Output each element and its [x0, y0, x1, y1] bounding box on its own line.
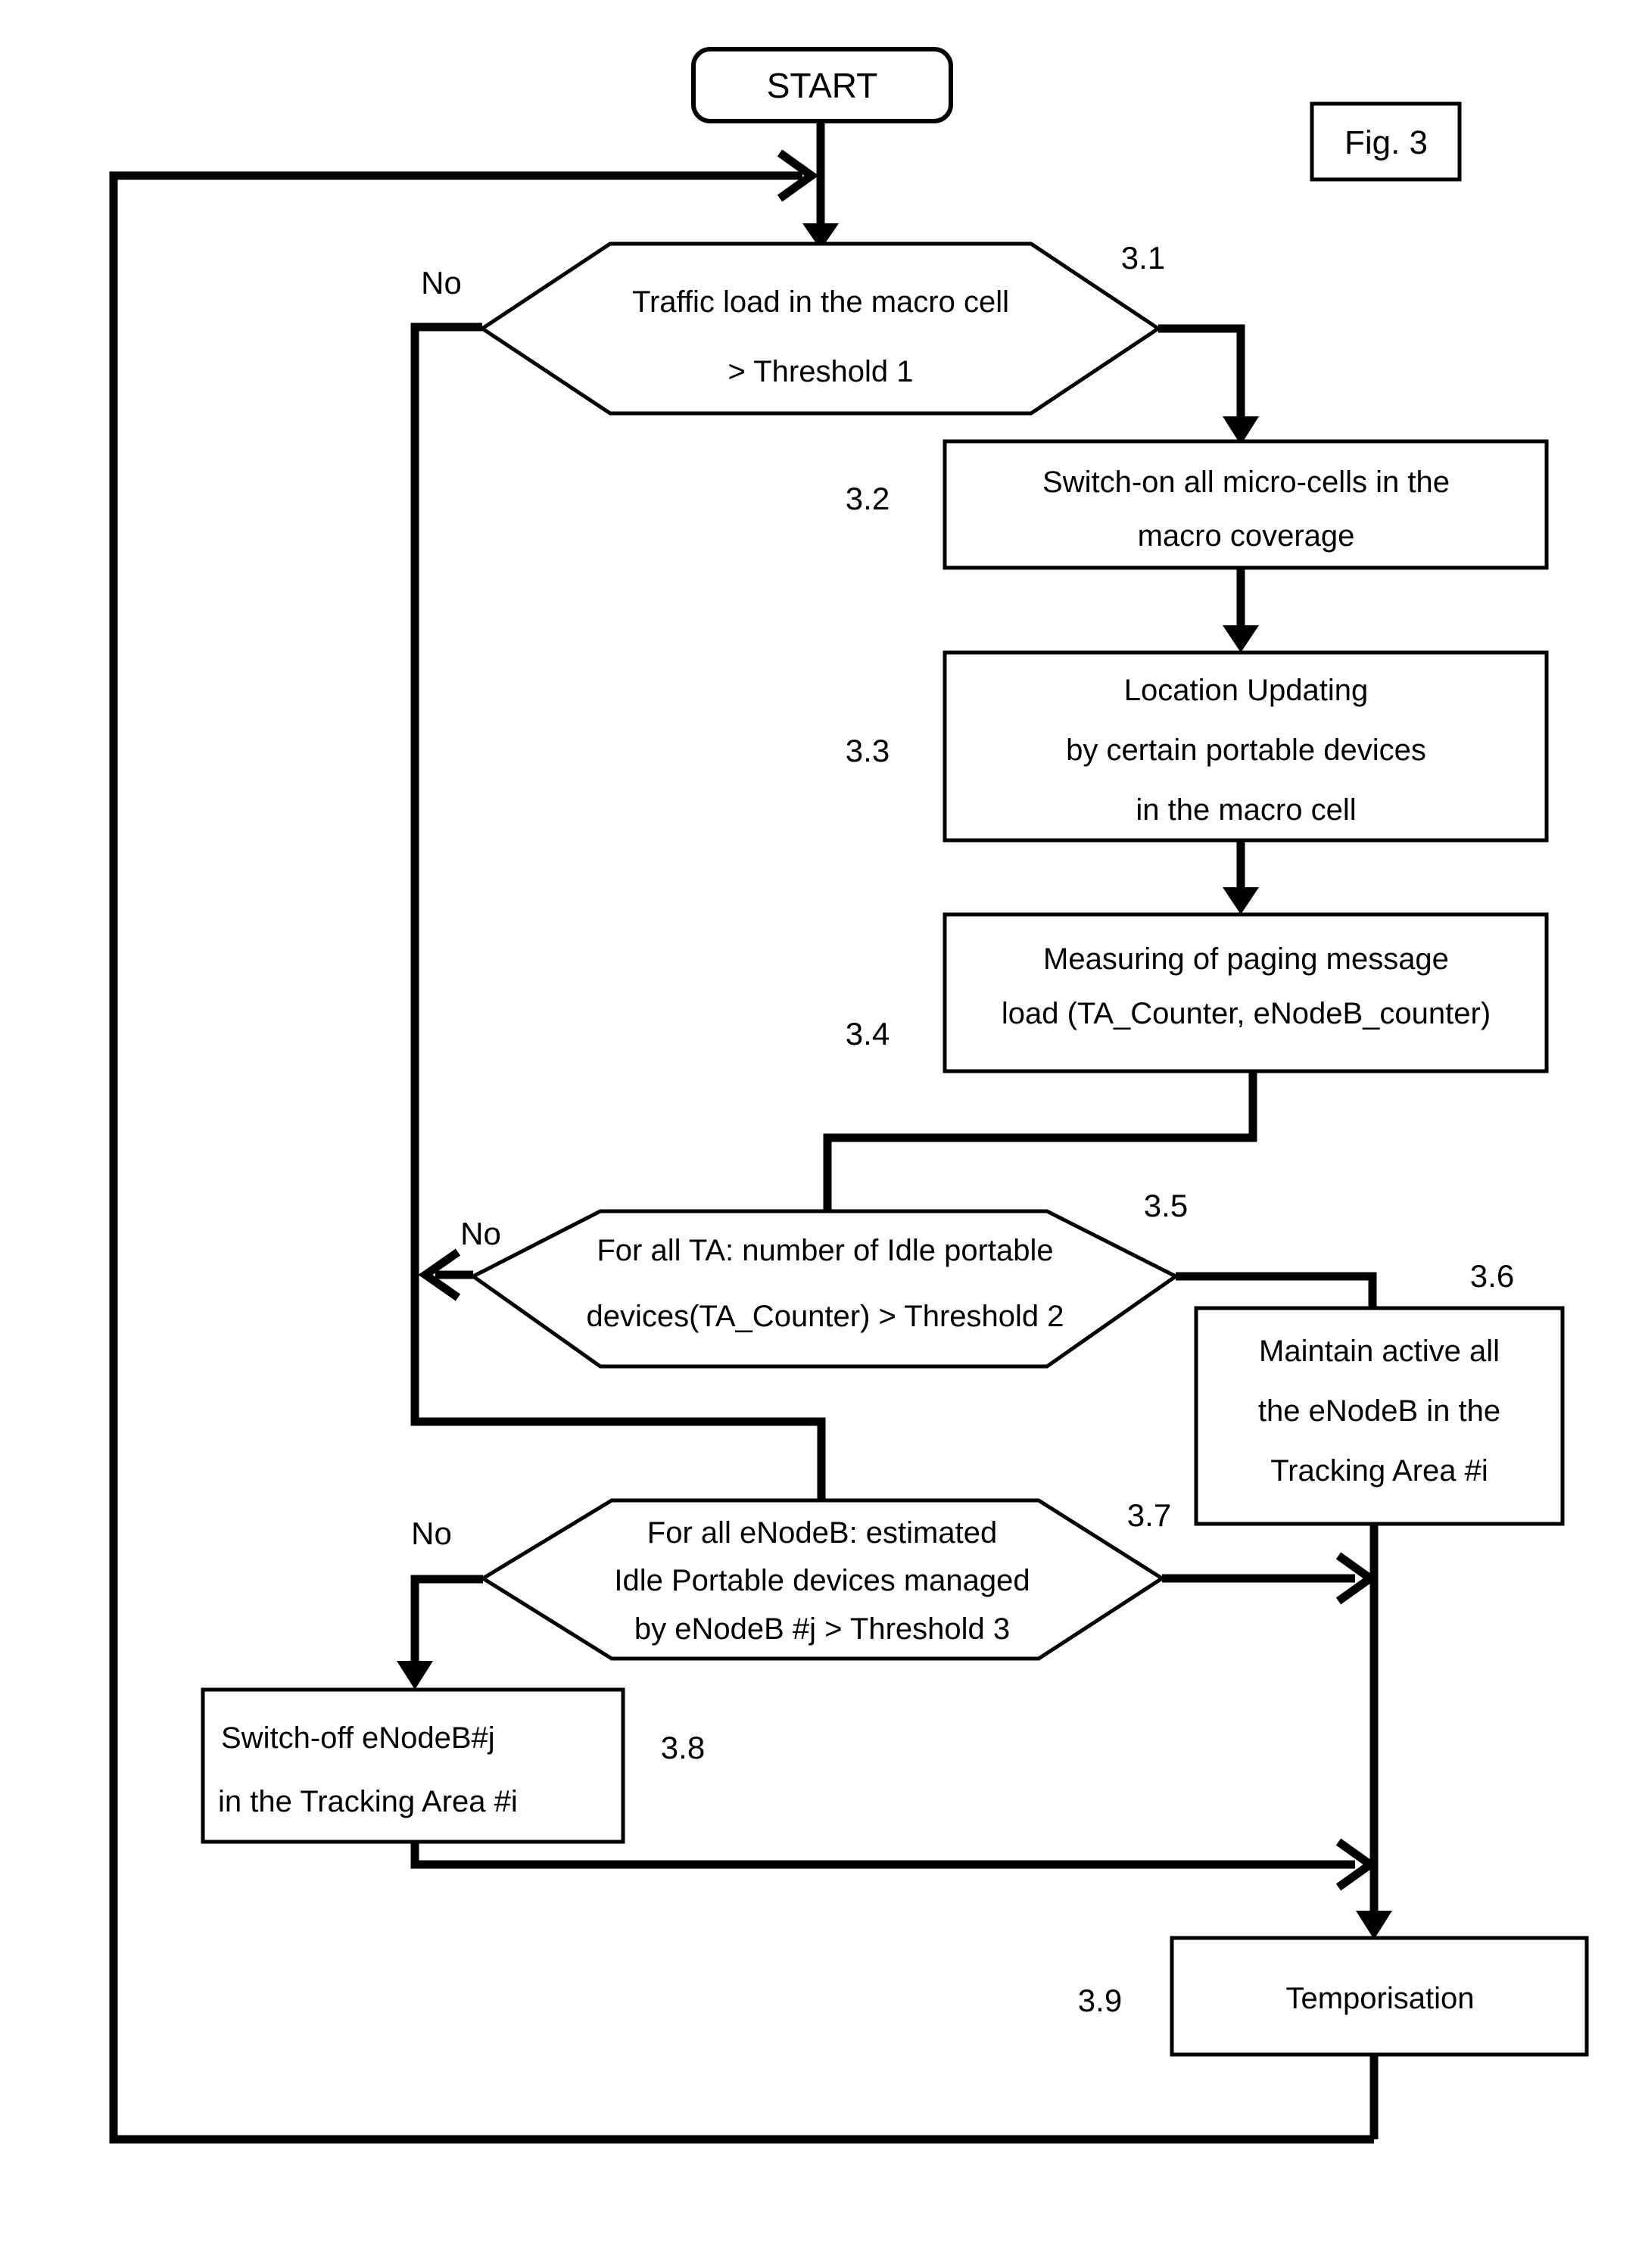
step-label-3-2: 3.2 [846, 481, 890, 516]
process-3-2-line-1: Switch-on all micro-cells in the [1042, 466, 1450, 499]
step-label-3-3: 3.3 [846, 733, 890, 768]
branch-label-3-7-no: No [411, 1516, 452, 1551]
step-label-3-5: 3.5 [1144, 1188, 1188, 1223]
flowchart-canvas: START Fig. 3 Traffic load in the macro c… [109, 47, 1589, 2144]
node-process-3-2: Switch-on all micro-cells in the macro c… [846, 439, 1549, 570]
decision-3-7-line-2: Idle Portable devices managed [614, 1564, 1030, 1597]
node-process-3-3: Location Updating by certain portable de… [846, 650, 1549, 843]
process-3-9-line-1: Temporisation [1285, 1982, 1474, 2015]
decision-3-7-line-1: For all eNodeB: estimated [647, 1516, 997, 1550]
connector-3-5-no-branch [418, 1248, 473, 1301]
step-label-3-6: 3.6 [1470, 1258, 1514, 1294]
decision-3-5-line-1: For all TA: number of Idle portable [597, 1234, 1053, 1267]
figure-label: Fig. 3 [1344, 124, 1428, 161]
process-3-4-line-2: load (TA_Counter, eNodeB_counter) [1002, 997, 1491, 1030]
step-label-3-7: 3.7 [1127, 1497, 1171, 1533]
flowchart-diagram: START Fig. 3 Traffic load in the macro c… [0, 0, 1642, 2268]
branch-label-3-5-no: No [460, 1216, 501, 1251]
node-process-3-6: Maintain active all the eNodeB in the Tr… [1194, 1258, 1565, 1526]
process-3-3-line-3: in the macro cell [1136, 793, 1356, 827]
step-label-3-9: 3.9 [1078, 1983, 1122, 2018]
node-decision-3-7: For all eNodeB: estimated Idle Portable … [411, 1497, 1171, 1661]
connector-start-to-3-1 [802, 120, 839, 250]
figure-label-box: Fig. 3 [1310, 101, 1462, 182]
process-3-4-line-1: Measuring of paging message [1043, 942, 1449, 976]
node-start: START [691, 47, 953, 123]
process-3-8-shape [201, 1687, 625, 1844]
branch-label-3-1-no: No [421, 265, 462, 301]
node-process-3-4: Measuring of paging message load (TA_Cou… [846, 912, 1549, 1073]
node-process-3-9: Temporisation 3.9 [1078, 1936, 1589, 2057]
process-3-8-line-1: Switch-off eNodeB#j [221, 1721, 495, 1755]
connector-3-4-to-3-5 [823, 1071, 1257, 1215]
node-decision-3-1: Traffic load in the macro cell > Thresho… [421, 240, 1165, 416]
decision-3-1-line-1: Traffic load in the macro cell [632, 285, 1009, 319]
process-3-2-line-2: macro coverage [1138, 519, 1355, 553]
process-3-6-line-2: the eNodeB in the [1258, 1394, 1500, 1428]
process-3-6-line-3: Tracking Area #i [1270, 1454, 1488, 1488]
process-3-3-line-1: Location Updating [1124, 674, 1368, 707]
start-label: START [767, 66, 878, 105]
connector-3-1-to-3-2 [1158, 324, 1259, 445]
process-3-3-line-2: by certain portable devices [1066, 734, 1426, 767]
step-label-3-1: 3.1 [1121, 240, 1165, 276]
process-3-6-line-1: Maintain active all [1259, 1335, 1500, 1368]
process-3-8-line-2: in the Tracking Area #i [218, 1785, 518, 1818]
decision-3-5-line-2: devices(TA_Counter) > Threshold 2 [586, 1300, 1064, 1333]
decision-3-1-line-2: > Threshold 1 [728, 355, 914, 388]
connector-3-7-no-branch [397, 1575, 483, 1690]
connector-3-2-to-3-3 [1223, 568, 1259, 653]
decision-3-7-line-3: by eNodeB #j > Threshold 3 [634, 1612, 1010, 1646]
node-process-3-8: Switch-off eNodeB#j in the Tracking Area… [201, 1687, 705, 1844]
step-label-3-4: 3.4 [846, 1016, 890, 1051]
connector-3-7-to-convergence [1162, 1552, 1378, 1605]
connector-3-3-to-3-4 [1223, 840, 1259, 914]
connector-3-8-to-convergence [410, 1838, 1378, 1891]
step-label-3-8: 3.8 [661, 1730, 705, 1765]
node-decision-3-5: For all TA: number of Idle portable devi… [460, 1188, 1188, 1369]
process-3-4-shape [943, 912, 1549, 1073]
